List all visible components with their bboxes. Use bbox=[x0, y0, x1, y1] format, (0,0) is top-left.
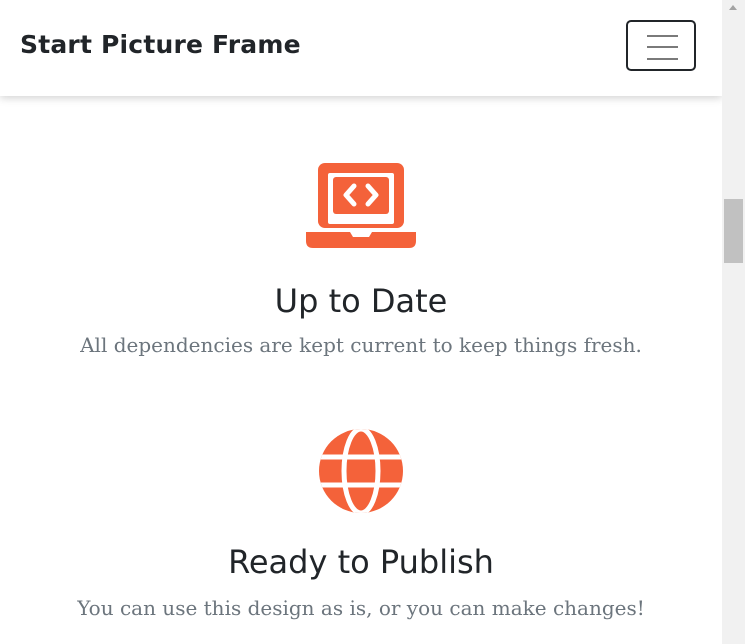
feature-text: All dependencies are kept current to kee… bbox=[80, 333, 642, 357]
hamburger-menu-icon-bar bbox=[647, 58, 678, 60]
hamburger-menu-icon bbox=[647, 35, 678, 37]
laptop-code-icon bbox=[306, 163, 416, 248]
globe-icon bbox=[319, 429, 403, 513]
navbar-brand[interactable]: Start Picture Frame bbox=[20, 30, 301, 59]
navbar: Start Picture Frame bbox=[0, 0, 722, 96]
page-viewport: Start Picture Frame Up to Date All depen… bbox=[0, 0, 722, 644]
navbar-toggler-button[interactable] bbox=[626, 20, 696, 71]
hamburger-menu-icon-bar bbox=[647, 46, 678, 48]
feature-title: Up to Date bbox=[274, 282, 448, 320]
feature-title: Ready to Publish bbox=[228, 543, 494, 581]
scrollbar-thumb[interactable] bbox=[724, 199, 743, 263]
vertical-scrollbar[interactable] bbox=[722, 0, 745, 644]
scroll-up-arrow-icon[interactable] bbox=[729, 5, 737, 10]
feature-text: You can use this design as is, or you ca… bbox=[77, 596, 645, 620]
